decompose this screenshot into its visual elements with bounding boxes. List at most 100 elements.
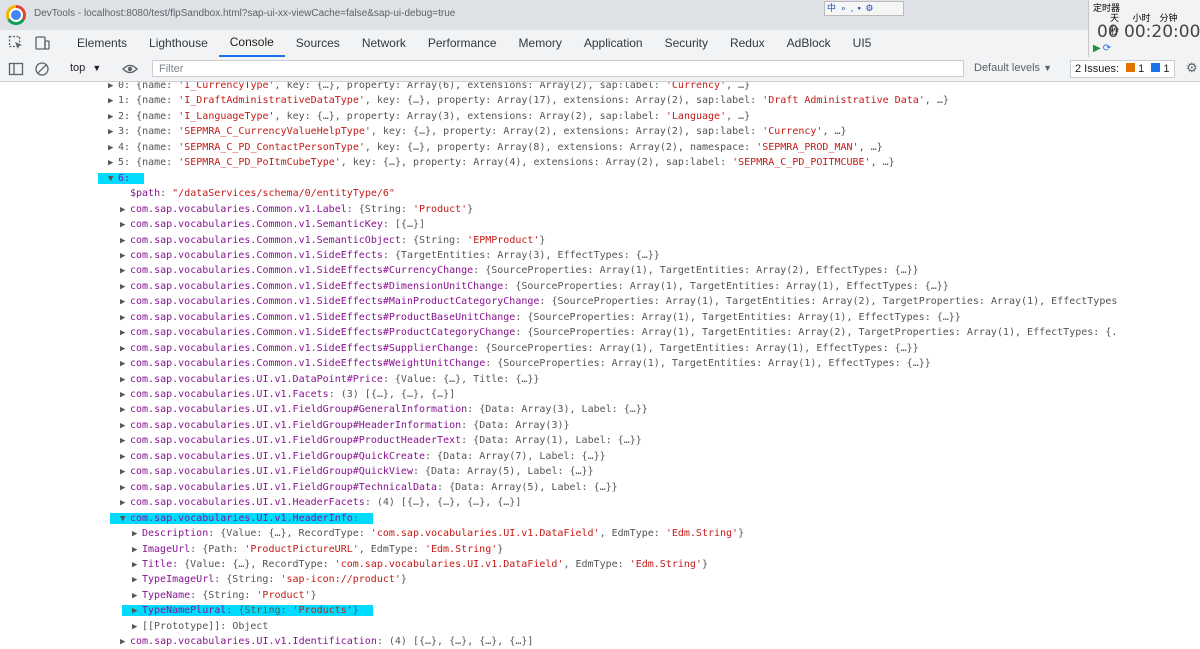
console-tree-line[interactable]: ▶ com.sap.vocabularies.Common.v1.SideEffe… — [0, 279, 1200, 294]
tab-network[interactable]: Network — [351, 30, 417, 57]
collapsed-triangle-icon[interactable]: ▶ — [108, 82, 118, 94]
collapsed-triangle-icon[interactable]: ▶ — [120, 249, 130, 264]
collapsed-triangle-icon[interactable]: ▶ — [132, 527, 142, 542]
tab-security[interactable]: Security — [654, 30, 719, 57]
collapsed-triangle-icon[interactable]: ▶ — [120, 342, 130, 357]
console-tree-line[interactable]: ▶ 5: {name: 'SEPMRA_C_PD_PoItmCubeType', … — [0, 155, 1200, 170]
collapsed-triangle-icon[interactable]: ▶ — [120, 280, 130, 295]
console-tree-line[interactable]: ▶ com.sap.vocabularies.UI.v1.HeaderFacets… — [0, 495, 1200, 510]
console-tree-line[interactable]: ▶ TypeNamePlural: {String: 'Products'} — [0, 603, 1200, 618]
collapsed-triangle-icon[interactable]: ▶ — [132, 620, 142, 635]
play-icon[interactable]: ▶ — [1093, 43, 1101, 54]
collapsed-triangle-icon[interactable]: ▶ — [132, 558, 142, 573]
console-tree-line[interactable]: ▶ com.sap.vocabularies.UI.v1.Identificati… — [0, 634, 1200, 649]
console-tree-line[interactable]: ▶ com.sap.vocabularies.UI.v1.Facets: (3) … — [0, 387, 1200, 402]
console-tree-line[interactable]: ▶ com.sap.vocabularies.Common.v1.SideEffe… — [0, 356, 1200, 371]
tab-elements[interactable]: Elements — [66, 30, 138, 57]
console-tree-line[interactable]: ▶ com.sap.vocabularies.Common.v1.SideEffe… — [0, 263, 1200, 278]
tab-performance[interactable]: Performance — [417, 30, 508, 57]
console-tree-line[interactable]: ▶ [[Prototype]]: Object — [0, 619, 1200, 634]
inspect-element-icon[interactable] — [8, 35, 24, 51]
settings-gear-icon[interactable]: ⚙ — [1186, 60, 1198, 76]
console-tree-line[interactable]: ▶ com.sap.vocabularies.UI.v1.DataPoint#Pr… — [0, 372, 1200, 387]
collapsed-triangle-icon[interactable]: ▶ — [120, 481, 130, 496]
collapsed-triangle-icon[interactable]: ▶ — [132, 543, 142, 558]
console-tree-line[interactable]: ▶ com.sap.vocabularies.UI.v1.FieldGroup#T… — [0, 480, 1200, 495]
clear-console-icon[interactable] — [34, 61, 50, 77]
tab-sources[interactable]: Sources — [285, 30, 351, 57]
console-tree-line[interactable]: ▶ com.sap.vocabularies.Common.v1.SideEffe… — [0, 341, 1200, 356]
collapsed-triangle-icon[interactable]: ▶ — [132, 573, 142, 588]
console-tree-line[interactable]: ▶ Title: {Value: {…}, RecordType: 'com.sa… — [0, 557, 1200, 572]
collapsed-triangle-icon[interactable]: ▶ — [120, 357, 130, 372]
console-tree-line[interactable]: ▶ com.sap.vocabularies.Common.v1.Semantic… — [0, 217, 1200, 232]
collapsed-triangle-icon[interactable]: ▶ — [132, 589, 142, 604]
collapsed-triangle-icon[interactable]: ▶ — [120, 635, 130, 649]
collapsed-triangle-icon[interactable]: ▶ — [108, 156, 118, 171]
collapsed-triangle-icon[interactable]: ▶ — [120, 403, 130, 418]
eye-icon[interactable] — [122, 61, 138, 77]
console-tree-line[interactable]: ▶ com.sap.vocabularies.Common.v1.SideEffe… — [0, 248, 1200, 263]
console-tree-line[interactable]: ▶ com.sap.vocabularies.Common.v1.SideEffe… — [0, 325, 1200, 340]
expanded-triangle-icon[interactable]: ▼ — [108, 172, 118, 187]
tab-ui5[interactable]: UI5 — [842, 30, 883, 57]
console-tree-line[interactable]: ▶ com.sap.vocabularies.UI.v1.FieldGroup#P… — [0, 433, 1200, 448]
console-tree-line[interactable]: ▶ ImageUrl: {Path: 'ProductPictureURL', E… — [0, 542, 1200, 557]
collapsed-triangle-icon[interactable]: ▶ — [120, 326, 130, 341]
tab-application[interactable]: Application — [573, 30, 654, 57]
console-tree-line[interactable]: ▶ TypeImageUrl: {String: 'sap-icon://prod… — [0, 572, 1200, 587]
console-tree-line[interactable]: ▼ com.sap.vocabularies.UI.v1.HeaderInfo: — [0, 511, 1200, 526]
collapsed-triangle-icon[interactable]: ▶ — [108, 141, 118, 156]
property-key: com.sap.vocabularies.Common.v1.SideEffec… — [130, 296, 540, 308]
console-tree-line[interactable]: ▶ com.sap.vocabularies.Common.v1.SideEffe… — [0, 310, 1200, 325]
console-tree-line[interactable]: ▶ com.sap.vocabularies.Common.v1.SideEffe… — [0, 294, 1200, 309]
collapsed-triangle-icon[interactable]: ▶ — [120, 373, 130, 388]
console-tree-line[interactable]: ▶ com.sap.vocabularies.Common.v1.Label: {… — [0, 202, 1200, 217]
tab-lighthouse[interactable]: Lighthouse — [138, 30, 219, 57]
collapsed-triangle-icon[interactable]: ▶ — [108, 110, 118, 125]
collapsed-triangle-icon[interactable]: ▶ — [120, 465, 130, 480]
console-tree-line[interactable]: ▶ com.sap.vocabularies.UI.v1.FieldGroup#H… — [0, 418, 1200, 433]
device-toolbar-icon[interactable] — [34, 35, 50, 51]
collapsed-triangle-icon[interactable]: ▶ — [120, 311, 130, 326]
collapsed-triangle-icon[interactable]: ▶ — [120, 450, 130, 465]
console-tree-line[interactable]: ▶ 2: {name: 'I_LanguageType', key: {…}, p… — [0, 109, 1200, 124]
ime-toolbar[interactable]: 中 ∘ , ▪ ⚙ — [824, 1, 904, 16]
reset-icon[interactable]: ⟳ — [1103, 43, 1111, 54]
tab-console[interactable]: Console — [218, 30, 285, 57]
filter-input[interactable]: Filter — [152, 60, 964, 77]
collapsed-triangle-icon[interactable]: ▶ — [120, 419, 130, 434]
tab-memory[interactable]: Memory — [508, 30, 573, 57]
collapsed-triangle-icon[interactable]: ▶ — [120, 434, 130, 449]
console-tree-line[interactable]: ▶ 4: {name: 'SEPMRA_C_PD_ContactPersonTyp… — [0, 140, 1200, 155]
console-tree-line[interactable]: ▶ Description: {Value: {…}, RecordType: '… — [0, 526, 1200, 541]
collapsed-triangle-icon[interactable]: ▶ — [120, 203, 130, 218]
console-tree-line[interactable]: ▶ com.sap.vocabularies.UI.v1.FieldGroup#Q… — [0, 464, 1200, 479]
collapsed-triangle-icon[interactable]: ▶ — [120, 234, 130, 249]
collapsed-triangle-icon[interactable]: ▶ — [132, 604, 142, 619]
collapsed-triangle-icon[interactable]: ▶ — [108, 94, 118, 109]
sidebar-toggle-icon[interactable] — [8, 61, 24, 77]
console-tree-line[interactable]: ▶ com.sap.vocabularies.UI.v1.FieldGroup#G… — [0, 402, 1200, 417]
console-tree-line[interactable]: $path: "/dataServices/schema/0/entityTyp… — [0, 186, 1200, 201]
collapsed-triangle-icon[interactable]: ▶ — [120, 218, 130, 233]
tab-redux[interactable]: Redux — [719, 30, 776, 57]
collapsed-triangle-icon[interactable]: ▶ — [120, 496, 130, 511]
log-levels-dropdown[interactable]: Default levels ▼ — [974, 62, 1052, 74]
issues-button[interactable]: 2 Issues: 1 1 — [1070, 60, 1175, 78]
expanded-triangle-icon[interactable]: ▼ — [120, 512, 130, 527]
collapsed-triangle-icon[interactable]: ▶ — [120, 388, 130, 403]
collapsed-triangle-icon[interactable]: ▶ — [120, 295, 130, 310]
tab-adblock[interactable]: AdBlock — [776, 30, 842, 57]
console-tree-line[interactable]: ▶ 3: {name: 'SEPMRA_C_CurrencyValueHelpTy… — [0, 124, 1200, 139]
console-tree-line[interactable]: ▶ 0: {name: 'I_CurrencyType', key: {…}, p… — [0, 82, 1200, 93]
collapsed-triangle-icon[interactable]: ▶ — [120, 264, 130, 279]
console-tree-line[interactable]: ▼ 6: — [0, 171, 1200, 186]
console-tree-line[interactable]: ▶ com.sap.vocabularies.Common.v1.Semantic… — [0, 233, 1200, 248]
console-tree-line[interactable]: ▶ 1: {name: 'I_DraftAdministrativeDataTyp… — [0, 93, 1200, 108]
context-selector[interactable]: top ▼ — [70, 62, 101, 74]
collapsed-triangle-icon[interactable]: ▶ — [108, 125, 118, 140]
console-tree-line[interactable]: ▶ com.sap.vocabularies.UI.v1.FieldGroup#Q… — [0, 449, 1200, 464]
value-text: 3: {name: — [118, 126, 179, 138]
console-tree-line[interactable]: ▶ TypeName: {String: 'Product'} — [0, 588, 1200, 603]
